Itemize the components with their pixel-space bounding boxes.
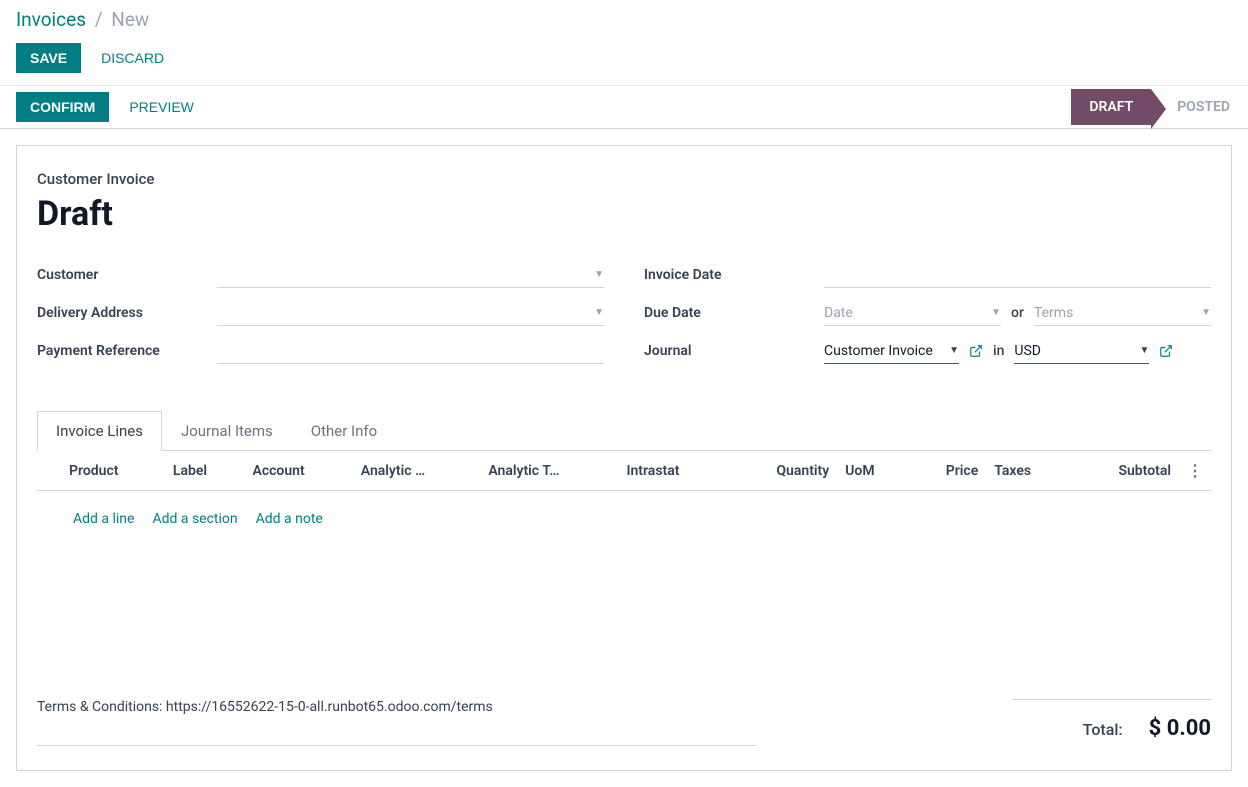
chevron-down-icon: ▼ [1139,345,1149,356]
page-title: Draft [37,194,1211,234]
col-product: Product [61,451,165,491]
col-uom: UoM [837,451,909,491]
status-bar: DRAFT POSTED [1071,89,1248,125]
preview-button[interactable]: PREVIEW [121,92,202,122]
or-label: or [1011,305,1024,321]
delivery-address-label: Delivery Address [37,305,217,321]
title-label: Customer Invoice [37,170,1211,188]
chevron-down-icon: ▼ [949,345,959,356]
col-analytic-tags: Analytic T… [480,451,618,491]
col-account: Account [244,451,352,491]
invoice-date-input[interactable] [824,262,1211,288]
terms-conditions[interactable]: Terms & Conditions: https://16552622-15-… [37,699,757,746]
breadcrumb-current: New [111,8,149,31]
due-date-input[interactable]: Date ▼ [824,300,1001,326]
save-button[interactable]: SAVE [16,43,81,73]
tab-other-info[interactable]: Other Info [292,411,396,451]
confirm-button[interactable]: CONFIRM [16,92,109,122]
col-subtotal: Subtotal [1070,451,1179,491]
terms-input[interactable]: Terms ▼ [1034,300,1211,326]
delivery-address-input[interactable]: ▼ [217,300,604,326]
in-label: in [993,343,1004,359]
payment-reference-label: Payment Reference [37,343,217,359]
col-price: Price [909,451,986,491]
external-link-icon[interactable] [1159,343,1173,359]
col-label: Label [165,451,245,491]
total-label: Total: [1083,720,1123,739]
due-date-label: Due Date [644,305,824,321]
col-analytic-account: Analytic … [353,451,481,491]
journal-label: Journal [644,343,824,359]
payment-reference-input[interactable] [217,338,604,364]
chevron-down-icon: ▼ [594,307,604,318]
add-section-link[interactable]: Add a section [152,511,237,527]
chevron-down-icon: ▼ [1201,307,1211,318]
add-note-link[interactable]: Add a note [256,511,323,527]
journal-input[interactable]: Customer Invoice ▼ [824,338,959,364]
invoice-date-label: Invoice Date [644,267,824,283]
discard-button[interactable]: DISCARD [93,43,172,73]
external-link-icon[interactable] [969,343,983,359]
add-line-link[interactable]: Add a line [73,511,134,527]
breadcrumb-separator: / [95,8,103,31]
total-value: $ 0.00 [1149,716,1211,741]
currency-input[interactable]: USD ▼ [1014,338,1149,364]
chevron-down-icon: ▼ [594,269,604,280]
breadcrumb: Invoices / New [16,8,1232,31]
col-taxes: Taxes [986,451,1070,491]
chevron-down-icon: ▼ [991,307,1001,318]
customer-input[interactable]: ▼ [217,262,604,288]
more-options-icon[interactable]: ⋮ [1187,461,1203,480]
tab-invoice-lines[interactable]: Invoice Lines [37,411,162,451]
col-quantity: Quantity [728,451,837,491]
customer-label: Customer [37,267,217,283]
status-draft[interactable]: DRAFT [1071,89,1151,125]
breadcrumb-root[interactable]: Invoices [16,8,86,31]
tab-journal-items[interactable]: Journal Items [162,411,292,451]
col-intrastat: Intrastat [618,451,728,491]
